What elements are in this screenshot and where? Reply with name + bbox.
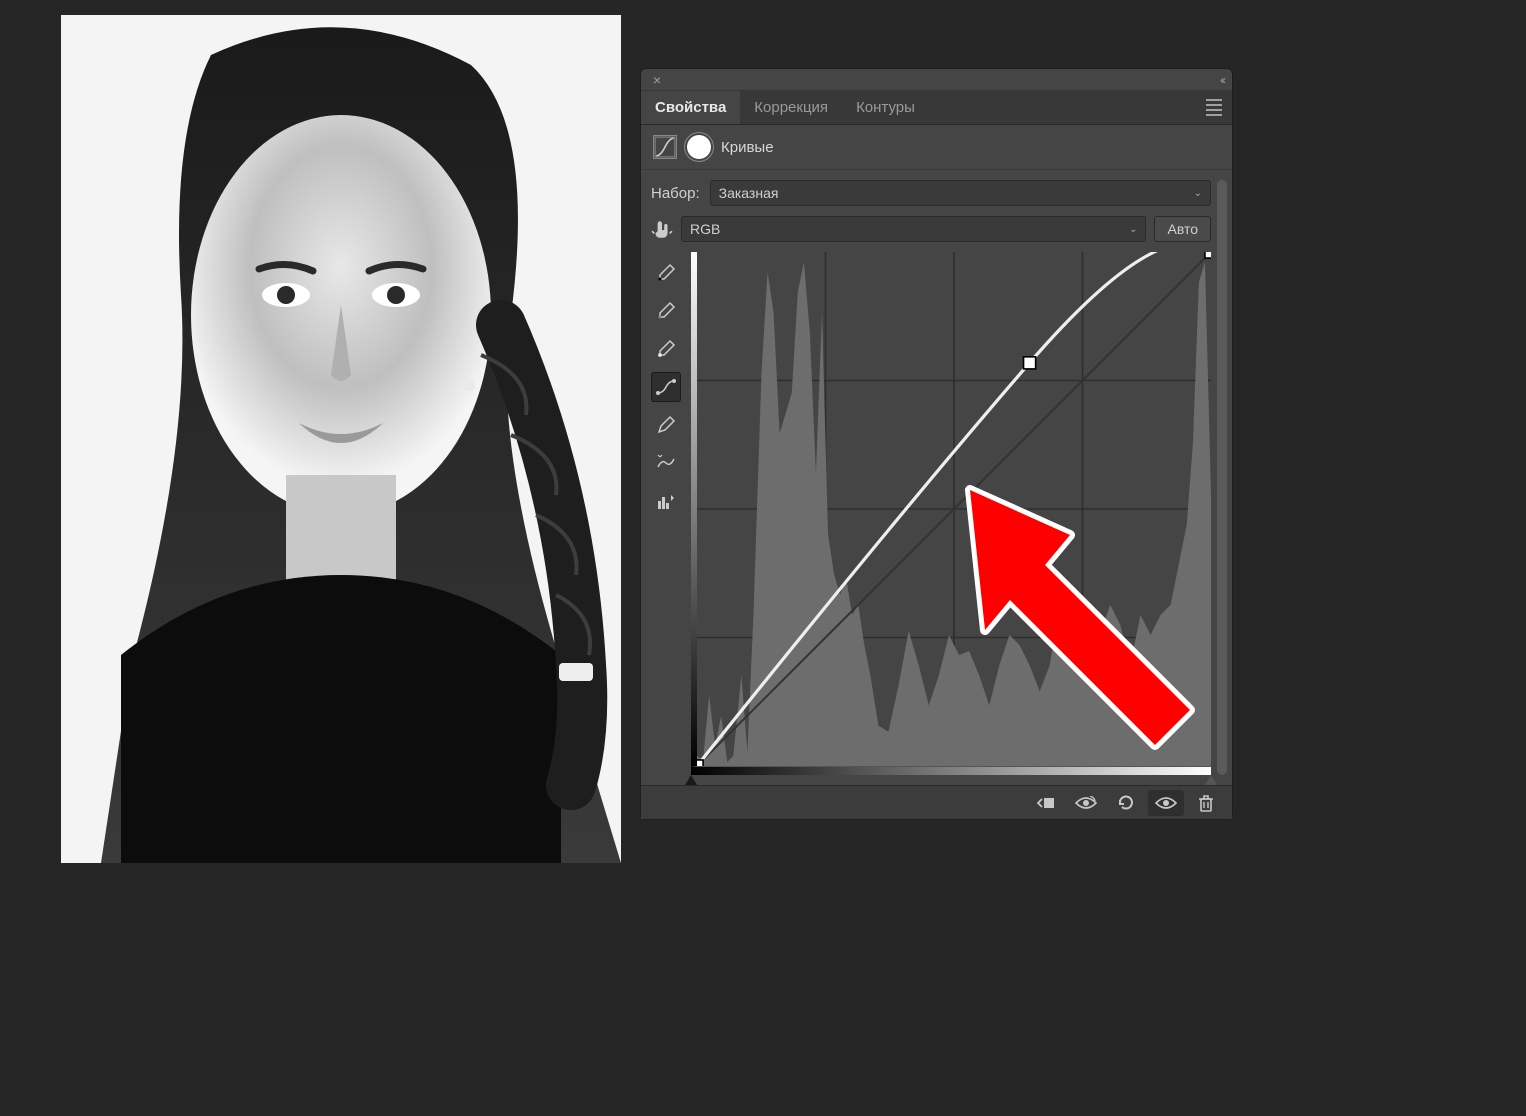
curve-wrap xyxy=(691,252,1211,775)
curve-area xyxy=(651,252,1211,775)
curve-point-tool-icon[interactable] xyxy=(651,372,681,402)
close-icon[interactable]: × xyxy=(649,72,665,88)
panel-scrollbar[interactable] xyxy=(1215,180,1229,775)
eyedropper-black-icon[interactable] xyxy=(651,258,681,288)
collapse-icon[interactable]: ‹‹ xyxy=(1220,73,1224,87)
reset-icon[interactable] xyxy=(1108,790,1144,816)
pencil-tool-icon[interactable] xyxy=(651,410,681,440)
tab-corrections[interactable]: Коррекция xyxy=(740,91,842,124)
channel-dropdown[interactable]: RGB ⌄ xyxy=(681,216,1146,242)
properties-panel: × ‹‹ Свойства Коррекция Контуры Кривые Н… xyxy=(640,68,1233,820)
controls-column: Набор: Заказная ⌄ RGB ⌄ Авто xyxy=(651,180,1211,775)
eyedropper-white-icon[interactable] xyxy=(651,334,681,364)
auto-button[interactable]: Авто xyxy=(1154,216,1211,242)
eyedropper-gray-icon[interactable] xyxy=(651,296,681,326)
targeted-adjustment-icon[interactable] xyxy=(651,218,673,240)
panel-footer xyxy=(641,785,1232,819)
preset-selected: Заказная xyxy=(719,185,779,201)
panel-menu-icon[interactable] xyxy=(1206,99,1222,116)
photo-content xyxy=(61,15,621,863)
delete-icon[interactable] xyxy=(1188,790,1224,816)
smooth-tool-icon[interactable] xyxy=(651,448,681,478)
layer-mask-icon[interactable] xyxy=(687,135,711,159)
toggle-visibility-icon[interactable] xyxy=(1148,790,1184,816)
tab-properties[interactable]: Свойства xyxy=(641,91,740,124)
chevron-down-icon: ⌄ xyxy=(1194,188,1202,199)
curve-tools xyxy=(651,252,681,775)
document-canvas[interactable] xyxy=(61,15,621,863)
chevron-down-icon: ⌄ xyxy=(1129,224,1137,235)
preset-label: Набор: xyxy=(651,185,700,202)
panel-body: Набор: Заказная ⌄ RGB ⌄ Авто xyxy=(641,170,1232,785)
panel-tabs: Свойства Коррекция Контуры xyxy=(641,91,1232,125)
adjustment-header: Кривые xyxy=(641,125,1232,170)
preset-row: Набор: Заказная ⌄ xyxy=(651,180,1211,206)
adjustment-label: Кривые xyxy=(721,139,774,156)
curves-adjustment-icon[interactable] xyxy=(653,135,677,159)
white-point-slider[interactable] xyxy=(1205,775,1217,785)
preset-dropdown[interactable]: Заказная ⌄ xyxy=(710,180,1211,206)
channel-row: RGB ⌄ Авто xyxy=(651,216,1211,242)
clip-to-layer-icon[interactable] xyxy=(1028,790,1064,816)
clip-histogram-icon[interactable] xyxy=(651,486,681,516)
panel-titlebar: × ‹‹ xyxy=(641,69,1232,91)
curve-graph[interactable] xyxy=(691,252,1211,767)
tab-contours[interactable]: Контуры xyxy=(842,91,929,124)
input-gradient[interactable] xyxy=(691,767,1211,775)
black-point-slider[interactable] xyxy=(685,775,697,785)
scrollbar-thumb[interactable] xyxy=(1217,180,1227,775)
channel-selected: RGB xyxy=(690,221,720,237)
view-previous-icon[interactable] xyxy=(1068,790,1104,816)
